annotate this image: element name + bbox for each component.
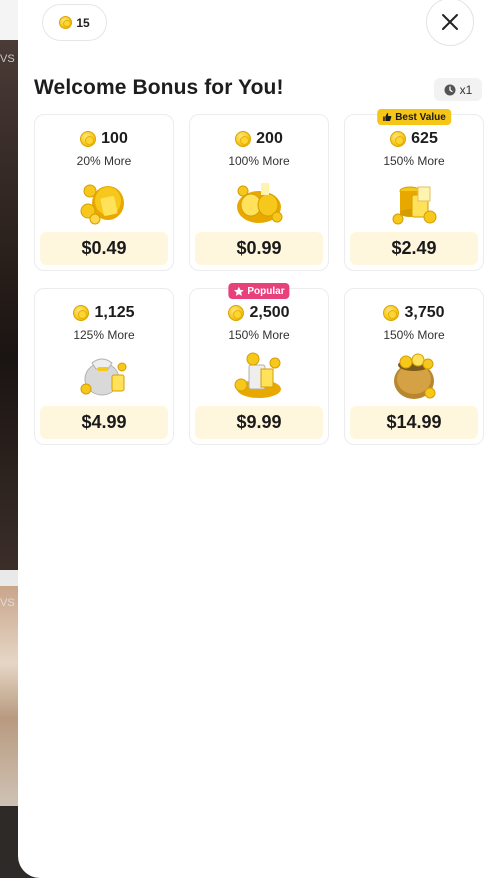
coin-package-card[interactable]: 3,750 150% More $14.99 [344, 288, 484, 445]
welcome-bonus-sheet: 15 Welcome Bonus for You! x1 100 20% Mor… [18, 0, 494, 878]
package-bonus: 20% More [76, 154, 132, 168]
coin-package-card[interactable]: Popular 2,500 150% More $9.99 [189, 283, 329, 445]
coin-balance-amount: 15 [76, 15, 90, 30]
package-bonus: 150% More [383, 154, 445, 168]
coin-icon [59, 16, 73, 29]
package-coins-row: 1,125 [35, 304, 173, 322]
coin-icon [390, 131, 407, 147]
package-price: $9.99 [195, 406, 323, 439]
coin-stack-icon [392, 186, 437, 225]
coin-icon [228, 305, 245, 321]
thumbs-up-icon [383, 113, 392, 121]
package-coin-amount: 2,500 [249, 304, 290, 321]
star-icon [234, 286, 244, 296]
package-bonus: 150% More [383, 328, 445, 342]
package-coin-amount: 625 [411, 130, 438, 147]
badge-label: Best Value [395, 111, 446, 123]
clock-icon [444, 84, 456, 95]
coin-icon [235, 131, 252, 147]
coin-package-card[interactable]: 1,125 125% More $4.99 [34, 288, 174, 445]
coin-package-card[interactable]: Best Value 625 150% More $2.49 [344, 109, 484, 271]
package-coins-row: 2,500 [190, 304, 328, 322]
background-tag: VS [0, 53, 15, 65]
coin-bag-icon [80, 184, 124, 225]
package-coin-amount: 1,125 [94, 304, 135, 321]
package-price: $0.49 [40, 232, 168, 265]
coin-pot-icon [394, 353, 436, 399]
package-coins-row: 3,750 [345, 304, 483, 322]
package-grid: 100 20% More $0.49 200 100% More $0.99 B… [34, 109, 484, 445]
coin-package-card[interactable]: 100 20% More $0.49 [34, 114, 174, 271]
package-bonus: 100% More [228, 154, 290, 168]
package-bonus: 125% More [73, 328, 135, 342]
package-price: $4.99 [40, 406, 168, 439]
badge-label: Popular [247, 285, 285, 297]
package-coins-row: 625 [345, 130, 483, 148]
package-coin-amount: 200 [256, 130, 283, 147]
coin-balance[interactable]: 15 [42, 4, 107, 41]
coin-package-card[interactable]: 200 100% More $0.99 [189, 114, 329, 271]
multiplier-label: x1 [459, 82, 473, 97]
coin-icon [73, 305, 90, 321]
package-coin-amount: 3,750 [404, 304, 445, 321]
package-price: $0.99 [195, 232, 323, 265]
page-title: Welcome Bonus for You! [34, 76, 284, 99]
coin-pile-icon [237, 183, 283, 223]
background-tag: VS [0, 597, 15, 609]
close-icon [442, 14, 458, 30]
package-price: $14.99 [350, 406, 478, 439]
close-button[interactable] [426, 0, 474, 46]
package-coins-row: 200 [190, 130, 328, 148]
coin-icon [80, 131, 97, 147]
package-coins-row: 100 [35, 130, 173, 148]
package-bonus: 150% More [228, 328, 290, 342]
popular-badge: Popular [228, 283, 290, 299]
coin-icon [383, 305, 400, 321]
silver-bag-icon [80, 358, 127, 396]
package-coin-amount: 100 [101, 130, 128, 147]
best-value-badge: Best Value [377, 109, 451, 125]
package-price: $2.49 [350, 232, 478, 265]
multiplier-badge[interactable]: x1 [434, 78, 482, 101]
coin-heap-icon [234, 352, 281, 398]
